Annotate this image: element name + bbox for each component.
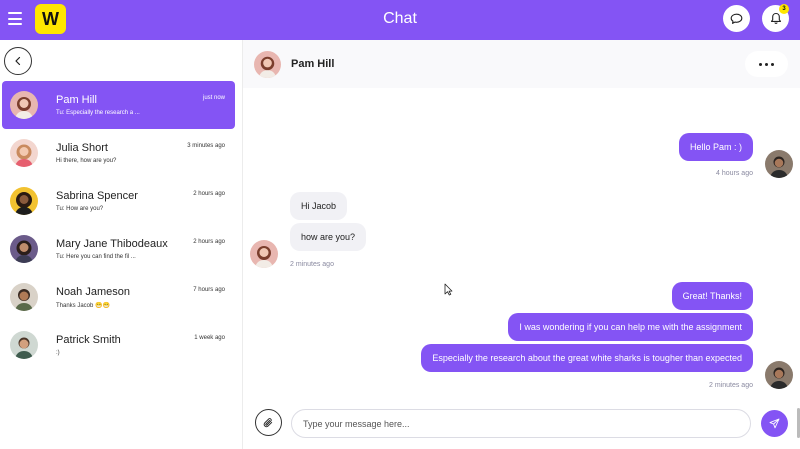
user-avatar [765, 150, 793, 178]
conversation-name: Julia Short [56, 142, 108, 154]
message-incoming: how are you? [290, 223, 367, 251]
conversation-name: Pam Hill [56, 94, 97, 106]
conversation-time: 2 hours ago [193, 191, 225, 197]
more-options-button[interactable] [745, 51, 788, 77]
more-icon [759, 62, 774, 66]
app-logo[interactable]: W [35, 4, 66, 34]
paperclip-icon [263, 417, 273, 427]
conversation-time: 1 week ago [194, 335, 225, 341]
conversation-item-julia-short[interactable]: Julia Short 3 minutes ago Hi there, how … [2, 129, 235, 177]
avatar [10, 235, 38, 263]
conversation-item-pam-hill[interactable]: Pam Hill just now Tu: Especially the res… [2, 81, 235, 129]
conversation-name: Patrick Smith [56, 334, 121, 346]
mouse-cursor-icon [444, 283, 453, 296]
conversation-name: Sabrina Spencer [56, 190, 138, 202]
send-icon [769, 418, 780, 429]
message-timestamp: 2 minutes ago [290, 261, 334, 268]
conversation-time: 2 hours ago [193, 239, 225, 245]
menu-icon[interactable] [8, 12, 22, 25]
bell-icon [770, 12, 781, 24]
notifications-button[interactable]: 3 [762, 4, 789, 32]
avatar [10, 91, 38, 119]
conversation-preview: Tu: Here you can find the fil ... [56, 254, 136, 260]
conversation-item-mary-jane-thibodeaux[interactable]: Mary Jane Thibodeaux 2 hours ago Tu: Her… [2, 225, 235, 273]
conversation-name: Mary Jane Thibodeaux [56, 238, 168, 250]
conversation-preview: Tu: How are you? [56, 206, 104, 212]
chat-header: Pam Hill [243, 40, 800, 88]
message-outgoing: I was wondering if you can help me with … [508, 313, 753, 341]
avatar [10, 139, 38, 167]
conversation-preview: :) [56, 350, 60, 356]
contact-avatar [250, 240, 278, 268]
message-outgoing: Hello Pam : ) [678, 133, 753, 161]
contact-name: Pam Hill [291, 58, 335, 70]
conversation-time: 7 hours ago [193, 287, 225, 293]
conversation-item-patrick-smith[interactable]: Patrick Smith 1 week ago :) [2, 321, 235, 369]
message-timestamp: 4 hours ago [716, 170, 753, 177]
avatar [10, 331, 38, 359]
avatar [10, 283, 38, 311]
conversation-item-noah-jameson[interactable]: Noah Jameson 7 hours ago Thanks Jacob 😁😁 [2, 273, 235, 321]
conversation-name: Noah Jameson [56, 286, 130, 298]
conversation-preview: Thanks Jacob 😁😁 [56, 303, 110, 309]
app-title: Chat [383, 10, 417, 27]
notification-badge: 3 [779, 4, 789, 14]
message-timestamp: 2 minutes ago [709, 382, 753, 389]
message-outgoing: Especially the research about the great … [421, 344, 753, 372]
contact-avatar[interactable] [254, 51, 281, 78]
conversation-time: 3 minutes ago [187, 143, 225, 149]
top-bar: W Chat 3 [0, 0, 800, 40]
conversation-preview: Tu: Especially the research a ... [56, 110, 140, 116]
conversation-sidebar: Pam Hill just now Tu: Especially the res… [0, 40, 243, 449]
chevron-left-icon [15, 56, 21, 66]
conversation-time: just now [202, 95, 225, 101]
messages-button[interactable] [723, 5, 750, 32]
logo-letter: W [42, 8, 59, 29]
attach-button[interactable] [255, 409, 282, 436]
chat-bubble-icon [730, 13, 743, 24]
user-avatar [765, 361, 793, 389]
message-incoming: Hi Jacob [290, 192, 348, 220]
send-button[interactable] [761, 410, 788, 437]
back-button[interactable] [4, 47, 32, 75]
avatar [10, 187, 38, 215]
message-input[interactable] [291, 409, 751, 438]
conversation-preview: Hi there, how are you? [56, 158, 117, 164]
conversation-item-sabrina-spencer[interactable]: Sabrina Spencer 2 hours ago Tu: How are … [2, 177, 235, 225]
message-outgoing: Great! Thanks! [671, 282, 753, 310]
